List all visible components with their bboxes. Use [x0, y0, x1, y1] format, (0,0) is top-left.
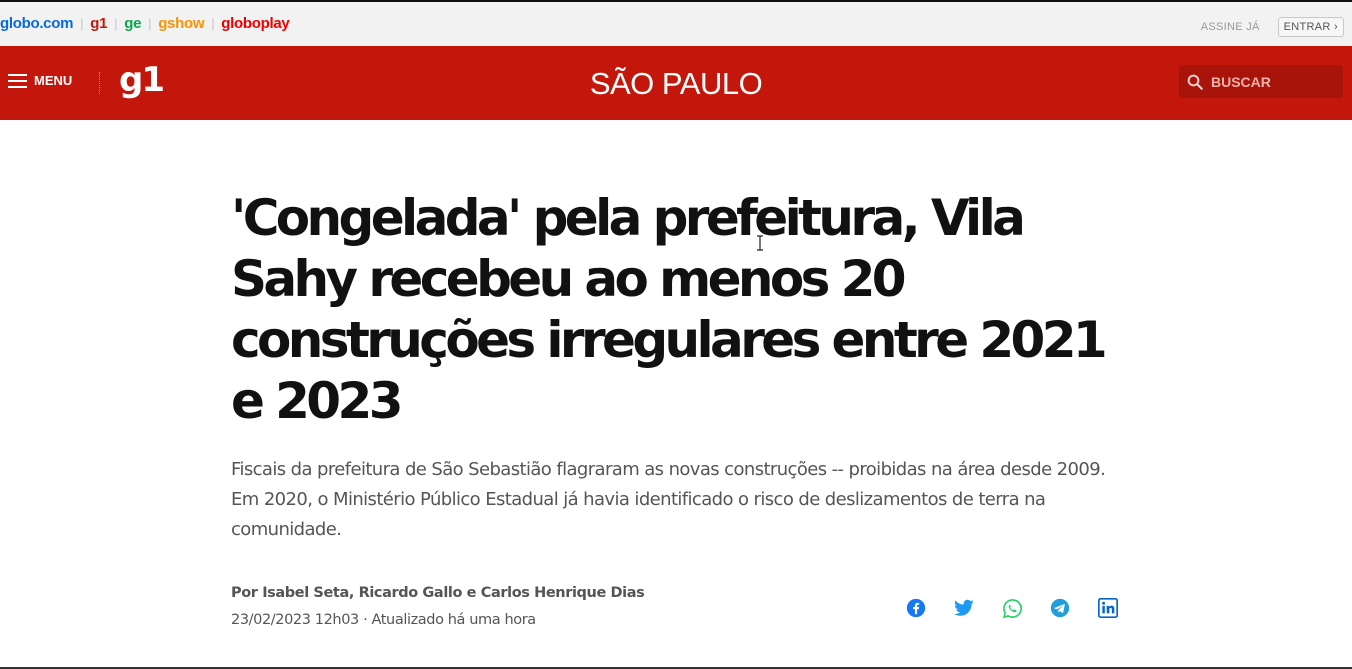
article-dateline: 23/02/2023 12h03 · Atualizado há uma hor…: [231, 612, 536, 628]
link-separator: |: [148, 16, 152, 31]
account-area: ASSINE JÁ ENTRAR ›: [1201, 17, 1344, 37]
search-icon: [1187, 74, 1203, 90]
globo-top-bar: globo.com | g1 | ge | gshow | globoplay …: [0, 0, 1352, 46]
link-separator: |: [211, 16, 215, 31]
share-telegram-button[interactable]: [1048, 596, 1072, 620]
link-globo-com[interactable]: globo.com: [0, 15, 73, 32]
article-byline: Por Isabel Seta, Ricardo Gallo e Carlos …: [231, 585, 645, 601]
login-button[interactable]: ENTRAR ›: [1277, 17, 1344, 37]
search-box[interactable]: [1179, 65, 1343, 98]
share-twitter-button[interactable]: [952, 596, 976, 620]
facebook-icon: [906, 598, 926, 618]
share-whatsapp-button[interactable]: [1000, 596, 1024, 620]
share-facebook-button[interactable]: [904, 596, 928, 620]
link-separator: |: [80, 16, 84, 31]
subscribe-link[interactable]: ASSINE JÁ: [1201, 21, 1260, 33]
search-input[interactable]: [1209, 72, 1329, 91]
share-bar: [904, 596, 1120, 620]
globo-network-links: globo.com | g1 | ge | gshow | globoplay: [0, 15, 290, 32]
linkedin-icon: [1098, 598, 1118, 618]
link-separator: |: [114, 16, 118, 31]
link-gshow[interactable]: gshow: [158, 15, 204, 32]
link-ge[interactable]: ge: [124, 15, 141, 32]
article-subtitle: Fiscais da prefeitura de São Sebastião f…: [231, 459, 1106, 540]
twitter-icon: [954, 599, 974, 616]
section-title[interactable]: SÃO PAULO: [0, 64, 1352, 104]
site-header: MENU g1 SÃO PAULO: [0, 46, 1352, 120]
text-cursor-icon: [757, 235, 763, 251]
whatsapp-icon: [1002, 598, 1022, 618]
article-headline: 'Congelada' pela prefeitura, Vila Sahy r…: [231, 189, 1108, 430]
link-globoplay[interactable]: globoplay: [221, 15, 289, 32]
share-linkedin-button[interactable]: [1096, 596, 1120, 620]
telegram-icon: [1050, 598, 1070, 618]
link-g1[interactable]: g1: [90, 15, 107, 32]
